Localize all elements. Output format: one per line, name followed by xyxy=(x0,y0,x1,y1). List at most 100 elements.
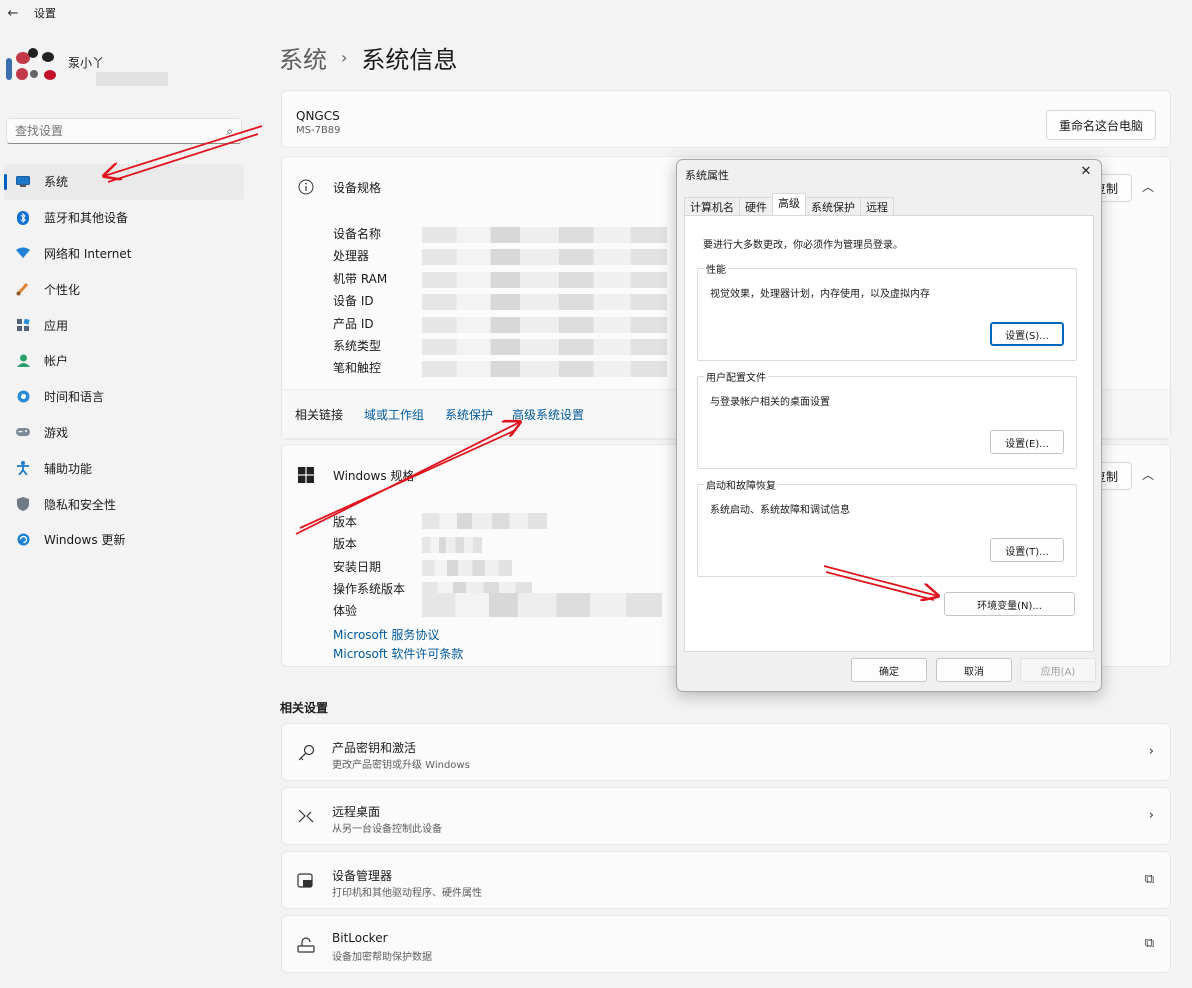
startup-recovery-group: 启动和故障恢复 系统启动、系统故障和调试信息 设置(T)... xyxy=(697,477,1077,577)
related-setting-bitlocker[interactable]: BitLocker 设备加密帮助保护数据 ⧉ xyxy=(281,915,1171,973)
tab-computer-name[interactable]: 计算机名 xyxy=(684,197,740,215)
related-setting-subtitle: 从另一台设备控制此设备 xyxy=(332,824,442,835)
sidebar-item-system[interactable]: 系统 xyxy=(4,164,244,200)
sidebar-item-accounts[interactable]: 帐户 xyxy=(4,343,244,379)
breadcrumb-separator: › xyxy=(341,48,348,67)
advanced-tab-panel: 要进行大多数更改，你必须作为管理员登录。 性能 视觉效果，处理器计划，内存使用，… xyxy=(684,215,1094,652)
dialog-title: 系统属性 xyxy=(685,169,729,182)
sidebar-item-network[interactable]: 网络和 Internet xyxy=(4,236,244,272)
dialog-tabs: 计算机名 硬件 高级 系统保护 远程 xyxy=(684,193,894,215)
info-icon xyxy=(298,179,314,195)
spec-value-redacted xyxy=(422,227,667,243)
device-spec-title: 设备规格 xyxy=(333,181,382,195)
title-bar: ← 设置 xyxy=(0,0,1192,26)
related-setting-title: 产品密钥和激活 xyxy=(332,741,417,755)
related-setting-subtitle: 更改产品密钥或升级 Windows xyxy=(332,760,470,771)
tab-hardware[interactable]: 硬件 xyxy=(739,197,773,215)
performance-settings-button[interactable]: 设置(S)... xyxy=(990,322,1064,346)
tab-remote[interactable]: 远程 xyxy=(860,197,894,215)
link-advanced-system-settings[interactable]: 高级系统设置 xyxy=(512,406,584,423)
spec-value-redacted xyxy=(422,537,482,553)
external-link-icon: ⧉ xyxy=(1144,872,1154,887)
link-domain-workgroup[interactable]: 域或工作组 xyxy=(364,406,424,423)
spec-label-version: 版本 xyxy=(333,537,358,551)
sidebar-item-personalization[interactable]: 个性化 xyxy=(4,271,244,307)
environment-variables-button[interactable]: 环境变量(N)... xyxy=(944,592,1075,616)
sidebar-item-bluetooth[interactable]: 蓝牙和其他设备 xyxy=(4,200,244,236)
spec-label-os-build: 操作系统版本 xyxy=(333,582,406,596)
startup-recovery-settings-button[interactable]: 设置(T)... xyxy=(990,538,1064,562)
performance-group: 性能 视觉效果，处理器计划，内存使用，以及虚拟内存 设置(S)... xyxy=(697,261,1077,361)
sidebar-item-time-language[interactable]: 时间和语言 xyxy=(4,379,244,415)
gamepad-icon xyxy=(16,425,30,439)
wifi-icon xyxy=(16,246,30,260)
tab-system-protection[interactable]: 系统保护 xyxy=(805,197,861,215)
sidebar-nav: 系统 蓝牙和其他设备 网络和 Internet 个性化 应用 帐户 时间和语言 … xyxy=(4,164,244,558)
page-title: 系统信息 xyxy=(361,46,458,74)
sidebar-item-privacy[interactable]: 隐私和安全性 xyxy=(4,486,244,522)
chevron-right-icon: › xyxy=(1148,808,1154,823)
spec-label-system-type: 系统类型 xyxy=(333,339,382,353)
sidebar-item-accessibility[interactable]: 辅助功能 xyxy=(4,450,244,486)
related-setting-product-key[interactable]: 产品密钥和激活 更改产品密钥或升级 Windows › xyxy=(281,723,1171,781)
window-title: 设置 xyxy=(34,7,56,20)
user-profiles-group: 用户配置文件 与登录帐户相关的桌面设置 设置(E)... xyxy=(697,369,1077,469)
windows-spec-title: Windows 规格 xyxy=(333,469,415,483)
link-ms-license-terms[interactable]: Microsoft 软件许可条款 xyxy=(333,645,463,662)
spec-label-ram: 机带 RAM xyxy=(333,272,388,286)
spec-label-edition: 版本 xyxy=(333,515,358,529)
chevron-up-icon[interactable]: ︿ xyxy=(1142,178,1154,195)
accessibility-icon xyxy=(16,461,30,476)
user-profiles-settings-button[interactable]: 设置(E)... xyxy=(990,430,1064,454)
link-ms-services-agreement[interactable]: Microsoft 服务协议 xyxy=(333,626,439,643)
breadcrumb-parent[interactable]: 系统 xyxy=(279,40,327,75)
system-properties-dialog: 系统属性 ✕ 计算机名 硬件 高级 系统保护 远程 要进行大多数更改，你必须作为… xyxy=(676,159,1102,692)
close-icon[interactable]: ✕ xyxy=(1077,163,1095,181)
related-setting-title: BitLocker xyxy=(332,931,388,945)
cancel-button[interactable]: 取消 xyxy=(936,658,1012,682)
tab-advanced[interactable]: 高级 xyxy=(772,193,806,215)
external-link-icon: ⧉ xyxy=(1144,936,1154,951)
spec-value-redacted xyxy=(422,317,667,333)
sidebar-item-apps[interactable]: 应用 xyxy=(4,307,244,343)
performance-legend: 性能 xyxy=(704,261,728,276)
globe-clock-icon xyxy=(16,390,30,404)
related-setting-remote-desktop[interactable]: 远程桌面 从另一台设备控制此设备 › xyxy=(281,787,1171,845)
spec-value-redacted xyxy=(422,294,667,310)
apply-button[interactable]: 应用(A) xyxy=(1020,658,1096,682)
pc-name-card: QNGCS MS-7B89 重命名这台电脑 xyxy=(281,90,1171,148)
related-setting-subtitle: 设备加密帮助保护数据 xyxy=(332,952,432,963)
sidebar-item-windows-update[interactable]: Windows 更新 xyxy=(4,522,244,558)
ok-button[interactable]: 确定 xyxy=(851,658,927,682)
user-profile[interactable]: 泵小丫 xyxy=(6,48,246,88)
rename-pc-button[interactable]: 重命名这台电脑 xyxy=(1045,110,1156,140)
chevron-up-icon[interactable]: ︿ xyxy=(1142,466,1154,483)
startup-recovery-desc: 系统启动、系统故障和调试信息 xyxy=(710,505,850,516)
user-email-redacted xyxy=(96,72,168,86)
startup-recovery-legend: 启动和故障恢复 xyxy=(704,477,778,492)
link-system-protection[interactable]: 系统保护 xyxy=(445,406,493,423)
spec-value-redacted xyxy=(422,272,667,288)
related-setting-device-manager[interactable]: 设备管理器 打印机和其他驱动程序、硬件属性 ⧉ xyxy=(281,851,1171,909)
chevron-right-icon: › xyxy=(1148,744,1154,759)
related-setting-subtitle: 打印机和其他驱动程序、硬件属性 xyxy=(332,888,482,899)
arrow-left-icon[interactable]: ← xyxy=(0,6,26,21)
search-icon[interactable]: ⌕ xyxy=(226,124,233,139)
avatar xyxy=(6,48,62,88)
spec-value-redacted xyxy=(422,560,512,576)
spec-label-device-id: 设备 ID xyxy=(333,294,374,308)
breadcrumb: 系统 › 系统信息 xyxy=(279,40,457,75)
shield-icon xyxy=(16,497,30,512)
search-input[interactable] xyxy=(15,124,227,138)
apps-icon xyxy=(16,318,30,332)
windows-logo-icon xyxy=(298,467,314,483)
device-manager-icon xyxy=(296,872,316,890)
bitlocker-icon xyxy=(296,936,316,954)
user-profiles-desc: 与登录帐户相关的桌面设置 xyxy=(710,397,830,408)
search-box[interactable]: ⌕ xyxy=(6,118,242,144)
spec-label-device-name: 设备名称 xyxy=(333,227,382,241)
sidebar-item-gaming[interactable]: 游戏 xyxy=(4,415,244,451)
spec-label-pen-touch: 笔和触控 xyxy=(333,361,382,375)
related-setting-title: 远程桌面 xyxy=(332,805,381,819)
user-profiles-legend: 用户配置文件 xyxy=(704,369,768,384)
